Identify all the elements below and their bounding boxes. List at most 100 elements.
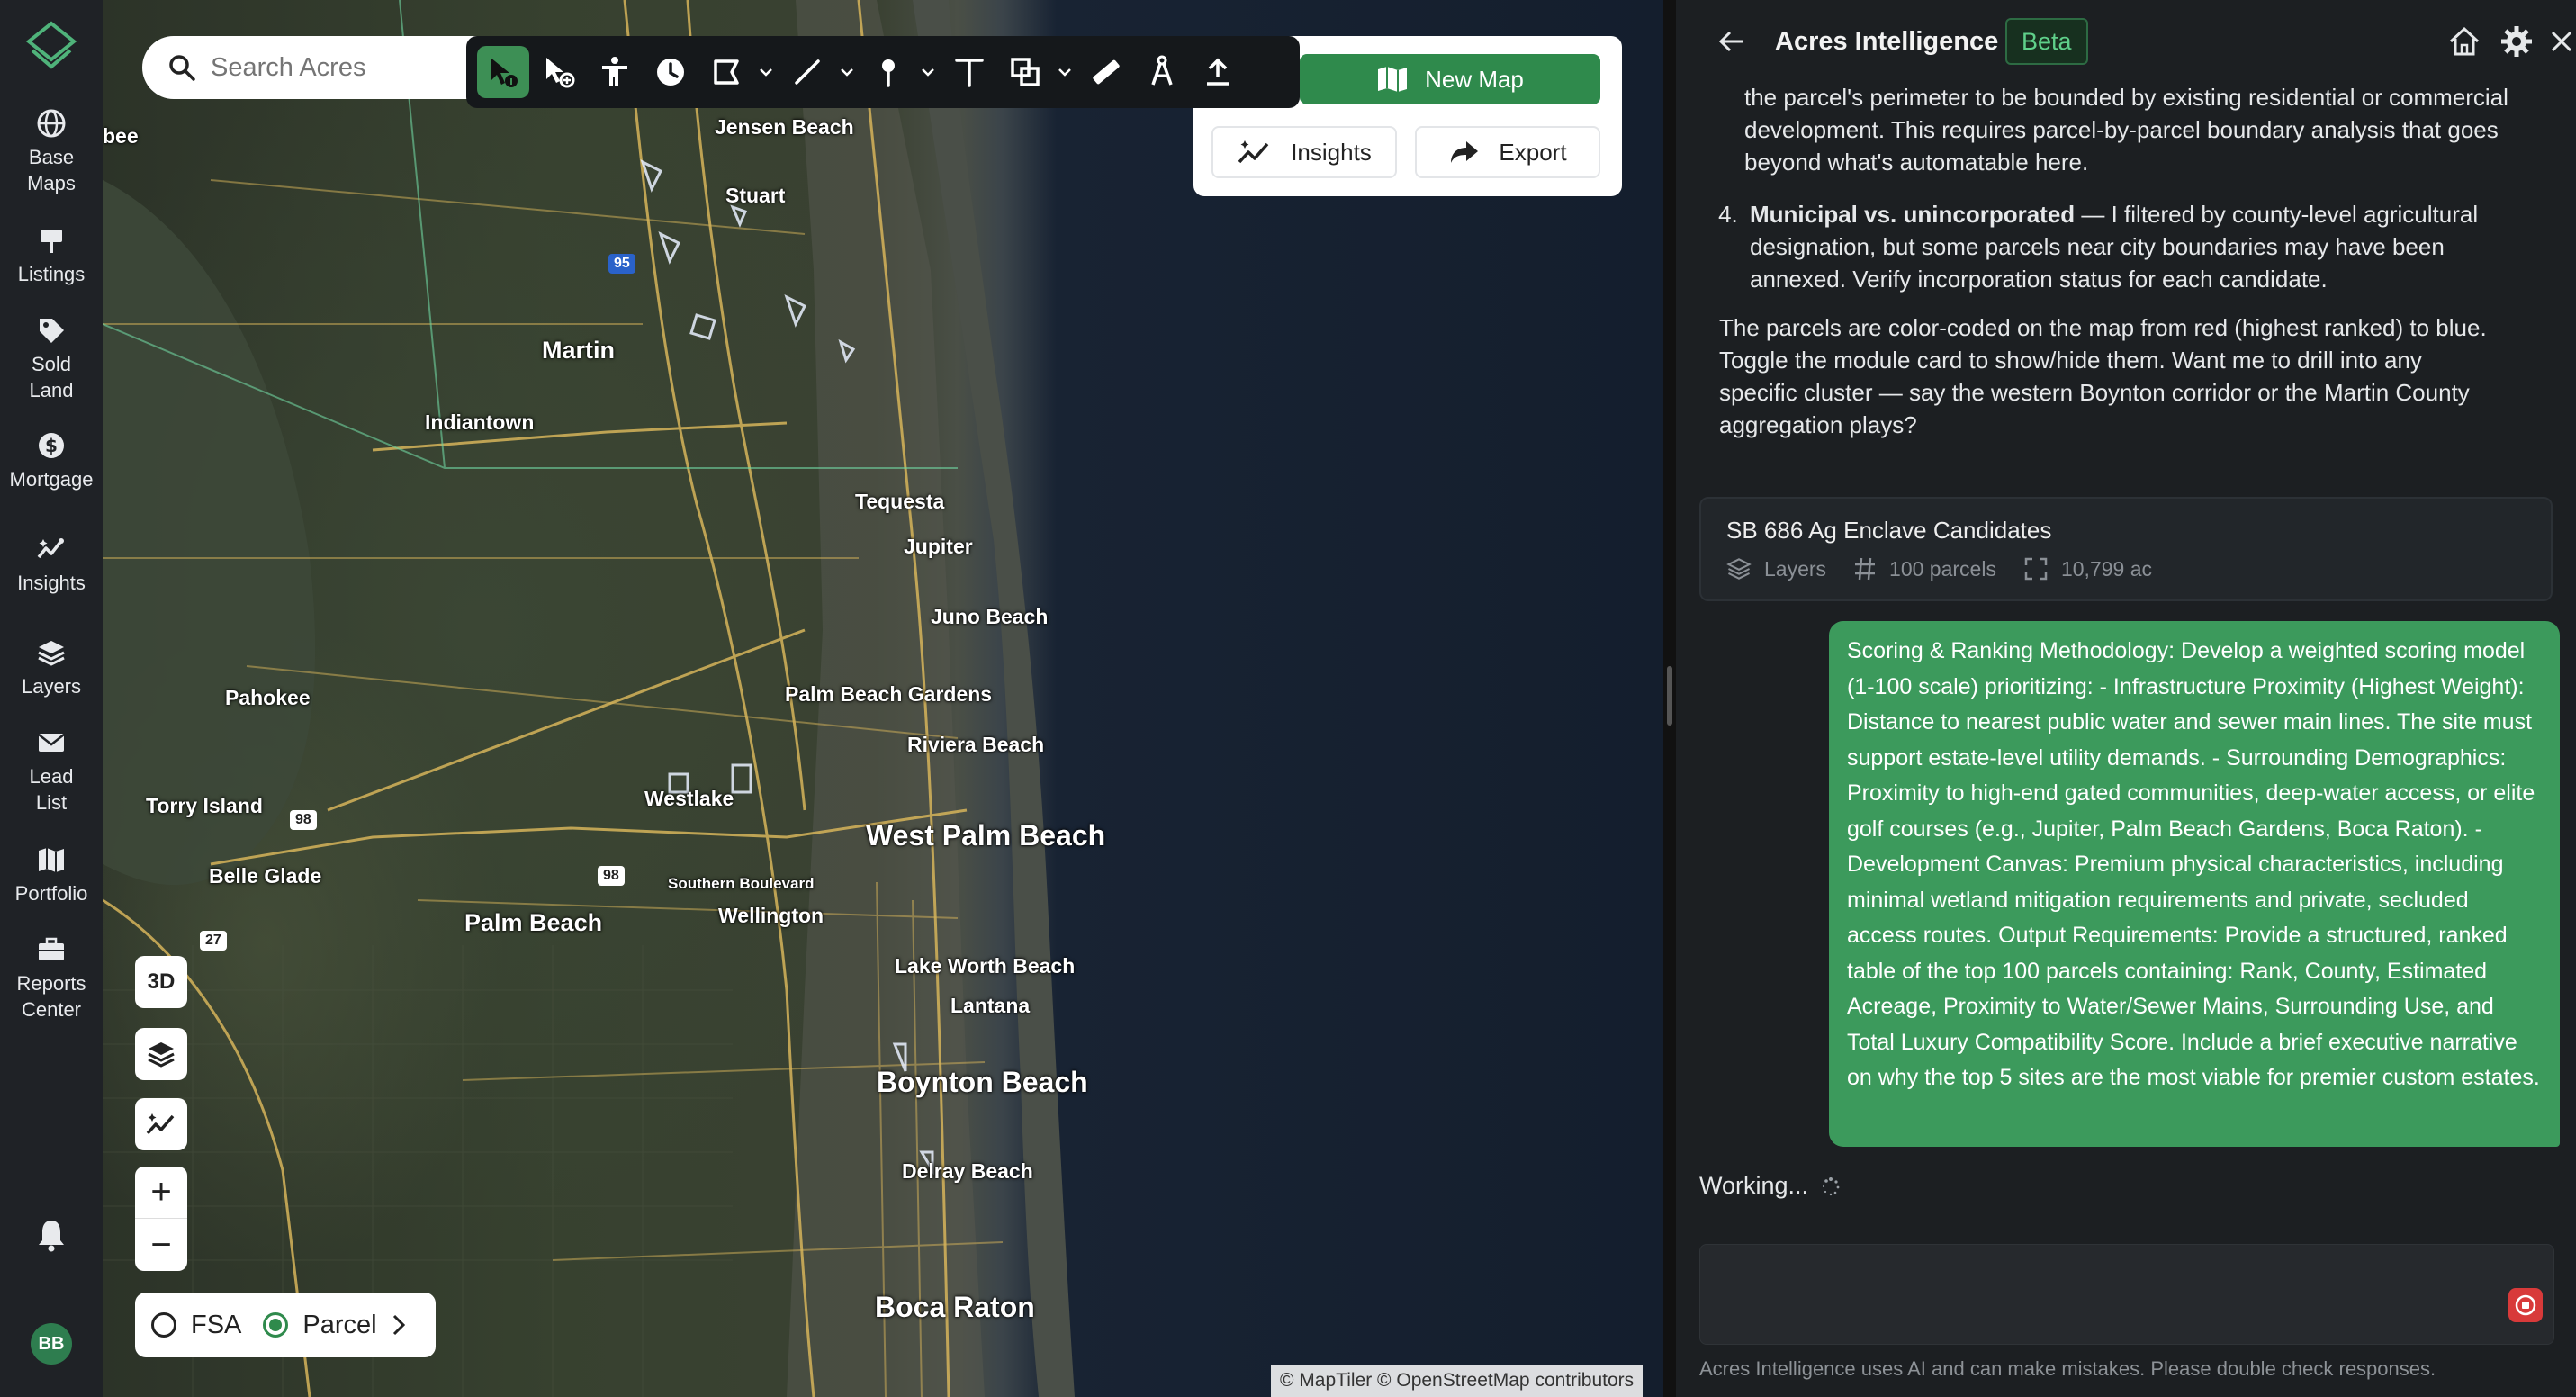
rail-item-sold-land[interactable]: Sold Land <box>0 315 103 403</box>
chevron-right-icon[interactable] <box>390 1313 408 1337</box>
compass-tool-button[interactable] <box>1136 46 1188 98</box>
layers-button[interactable] <box>135 1028 187 1080</box>
polygon-tool-button[interactable] <box>700 46 752 98</box>
map-label: Torry Island <box>146 794 263 817</box>
sparkline-icon <box>146 1113 175 1135</box>
accessibility-tool-button[interactable] <box>589 46 641 98</box>
list-item: Municipal vs. unincorporated — I filtere… <box>1744 198 2529 295</box>
rail-label: Base <box>28 146 75 168</box>
briefcase-icon <box>39 937 64 960</box>
map-label: Palm Beach <box>464 909 603 936</box>
rail-label: Reports <box>16 972 86 995</box>
card-layers: Layers <box>1764 556 1827 581</box>
rail-label: Mortgage <box>9 468 94 491</box>
3d-toggle-button[interactable]: 3D <box>135 956 187 1008</box>
text-icon <box>955 59 984 87</box>
card-acres: 10,799 ac <box>2060 556 2152 581</box>
sparkline-icon <box>1238 140 1269 164</box>
zoom-controls: + − <box>135 1167 187 1271</box>
resize-handle[interactable] <box>1667 666 1672 726</box>
left-rail: Base Maps Listings Sold Land $ Mortgage … <box>0 0 103 1397</box>
map-label: Delray Beach <box>902 1159 1033 1183</box>
pin-tool-button[interactable] <box>862 46 914 98</box>
new-map-label: New Map <box>1425 65 1524 93</box>
back-arrow-icon[interactable] <box>1714 23 1750 59</box>
upload-tool-button[interactable] <box>1192 46 1244 98</box>
select-add-tool-button[interactable] <box>533 46 585 98</box>
layers-icon <box>38 641 65 666</box>
insights-button[interactable]: Insights <box>1211 126 1397 178</box>
history-tool-button[interactable] <box>644 46 697 98</box>
rail-label: Center <box>21 998 82 1021</box>
map-label: Jensen Beach <box>715 115 854 139</box>
rail-item-insights[interactable]: Insights <box>0 534 103 596</box>
chevron-down-icon <box>922 68 934 77</box>
pin-dropdown[interactable] <box>918 46 938 98</box>
rail-label: Sold <box>31 353 72 375</box>
parcel-label[interactable]: Parcel <box>302 1311 376 1340</box>
measure-tool-button[interactable] <box>1080 46 1132 98</box>
fsa-label[interactable]: FSA <box>191 1311 241 1340</box>
panel-title: Acres Intelligence <box>1775 27 1999 56</box>
search-input[interactable] <box>211 52 463 83</box>
line-dropdown[interactable] <box>837 46 857 98</box>
gear-icon[interactable] <box>2499 23 2535 59</box>
home-icon[interactable] <box>2446 23 2482 59</box>
rail-label: Insights <box>17 572 86 594</box>
module-card[interactable]: SB 686 Ag Enclave Candidates Layers 100 … <box>1699 497 2553 601</box>
cursor-info-icon <box>491 58 518 87</box>
compass-icon <box>1151 55 1173 86</box>
card-parcels: 100 parcels <box>1889 556 1996 581</box>
map-canvas[interactable]: bee Jensen Beach Stuart Martin Indiantow… <box>103 0 1663 1397</box>
sparkline-icon <box>37 538 64 559</box>
mail-icon <box>38 734 65 752</box>
chevron-down-icon <box>760 68 772 77</box>
new-map-button[interactable]: New Map <box>1300 54 1600 104</box>
rail-item-mortgage[interactable]: $ Mortgage <box>0 430 103 492</box>
map-label: Lantana <box>950 994 1031 1017</box>
map-label: West Palm Beach <box>866 819 1106 852</box>
map-attribution[interactable]: © MapTiler © OpenStreetMap contributors <box>1271 1365 1644 1397</box>
rail-item-reports-center[interactable]: Reports Center <box>0 934 103 1023</box>
search-bar[interactable] <box>142 36 484 99</box>
beta-badge: Beta <box>2005 18 2088 65</box>
insights-map-button[interactable] <box>135 1098 187 1150</box>
avatar[interactable]: BB <box>31 1323 72 1365</box>
tag-icon <box>40 319 64 343</box>
map-label: Jupiter <box>904 535 973 558</box>
map-label: Tequesta <box>855 490 945 513</box>
road-shield: 98 <box>598 866 625 886</box>
text-tool-button[interactable] <box>943 46 995 98</box>
fsa-radio[interactable] <box>151 1312 176 1338</box>
rail-item-listings[interactable]: Listings <box>0 225 103 287</box>
assistant-message-continuation: the parcel's perimeter to be bounded by … <box>1744 84 2508 176</box>
rail-item-portfolio[interactable]: Portfolio <box>0 844 103 906</box>
shape-tool-button[interactable] <box>999 46 1051 98</box>
map-label: Palm Beach Gardens <box>785 682 993 706</box>
map-label: Riviera Beach <box>907 733 1045 756</box>
polygon-dropdown[interactable] <box>756 46 776 98</box>
select-tool-button[interactable] <box>477 46 529 98</box>
rail-label: List <box>35 791 68 814</box>
zoom-out-button[interactable]: − <box>135 1219 187 1271</box>
area-icon <box>2024 557 2048 581</box>
rail-item-layers[interactable]: Layers <box>0 637 103 699</box>
parcel-radio[interactable] <box>263 1312 289 1338</box>
line-tool-button[interactable] <box>781 46 833 98</box>
acres-logo-icon[interactable] <box>23 20 79 76</box>
status-indicator: Working... <box>1699 1172 1841 1200</box>
upload-icon <box>1207 58 1229 86</box>
close-icon[interactable] <box>2544 23 2576 59</box>
road-shield: 27 <box>200 931 227 951</box>
zoom-in-button[interactable]: + <box>135 1167 187 1219</box>
bell-icon[interactable] <box>33 1217 69 1253</box>
rail-item-lead-list[interactable]: Lead List <box>0 727 103 816</box>
map-label: Southern Boulevard <box>668 875 815 892</box>
ai-chat-panel: Acres Intelligence Beta the parcel's per… <box>1676 0 2576 1397</box>
stop-button[interactable] <box>2508 1288 2543 1322</box>
fsa-parcel-toggle: FSA Parcel <box>135 1293 436 1357</box>
shape-dropdown[interactable] <box>1055 46 1075 98</box>
chat-input[interactable] <box>1699 1244 2554 1345</box>
export-button[interactable]: Export <box>1415 126 1600 178</box>
rail-item-base-maps[interactable]: Base Maps <box>0 108 103 196</box>
